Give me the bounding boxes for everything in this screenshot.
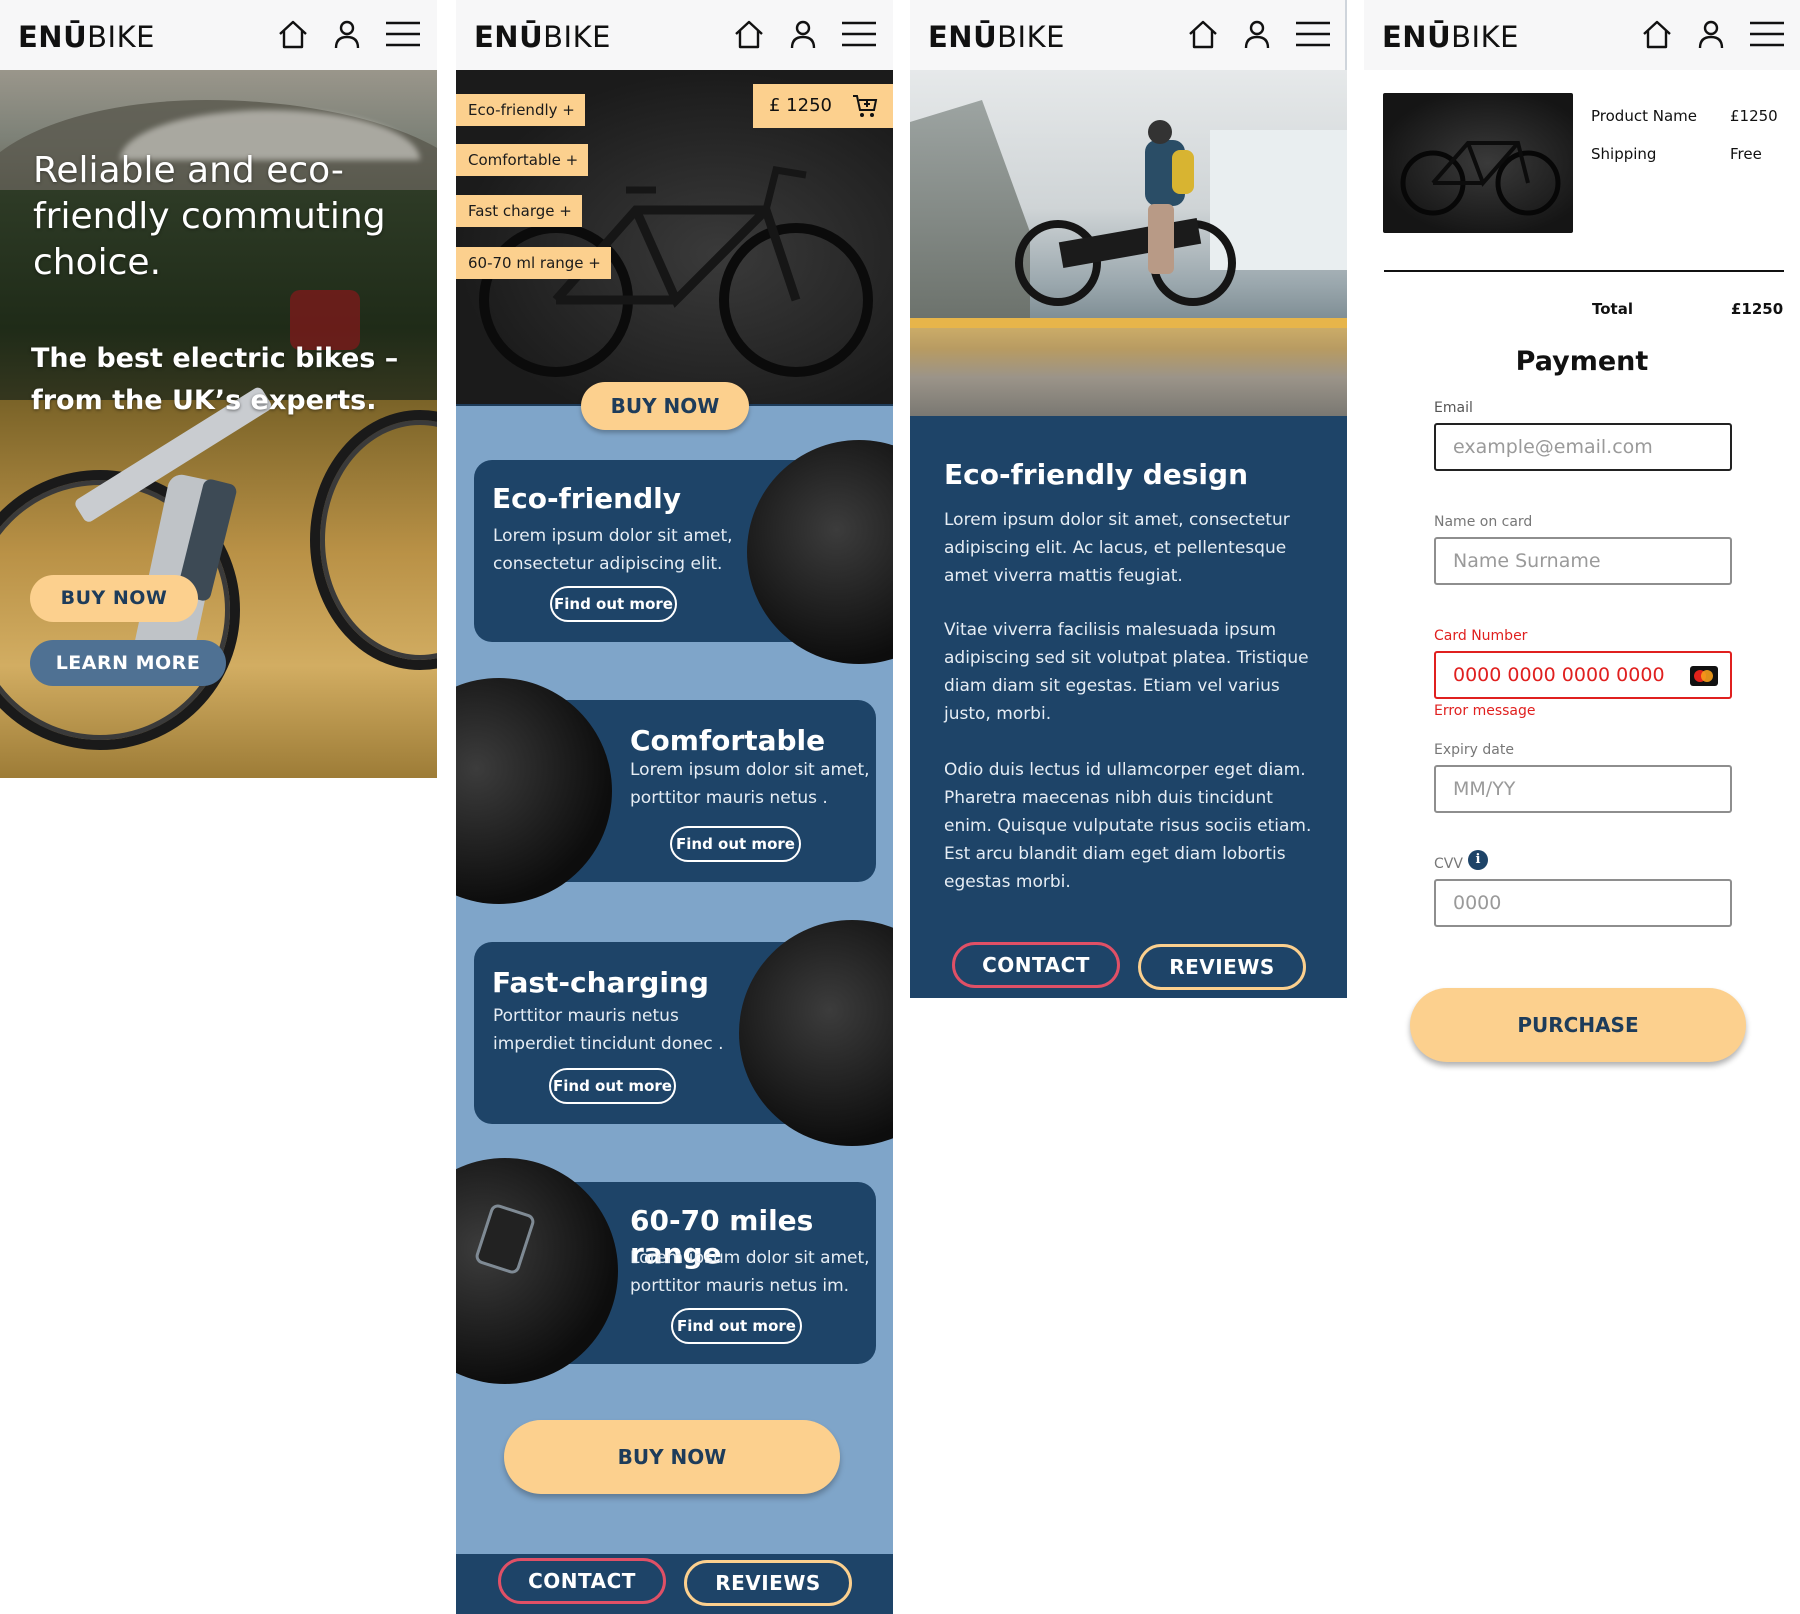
total-label: Total — [1592, 300, 1633, 318]
logo[interactable]: ENŪBIKE — [928, 20, 1065, 54]
payment-title: Payment — [1515, 346, 1649, 377]
contact-button[interactable]: CONTACT — [952, 942, 1120, 988]
cvv-label: CVV — [1434, 856, 1463, 872]
paragraph: Lorem ipsum dolor sit amet, consectetur … — [944, 510, 1290, 586]
reviews-button[interactable]: REVIEWS — [684, 1560, 852, 1606]
user-icon[interactable] — [1694, 17, 1728, 51]
feature-title: Fast-charging — [492, 966, 709, 999]
name-on-card-label: Name on card — [1434, 514, 1533, 530]
price-tag: £ 1250 — [753, 84, 893, 128]
logo[interactable]: ENŪBIKE — [474, 20, 611, 54]
logo[interactable]: ENŪBIKE — [18, 20, 155, 54]
shipping-label: Shipping — [1591, 145, 1657, 163]
total-value: £1250 — [1731, 300, 1784, 318]
checkout-screen: ENŪBIKE Product Name £1250 Shipping Free… — [1364, 0, 1800, 1614]
product-name-label: Product Name — [1591, 107, 1697, 125]
feature-title: Comfortable — [630, 724, 826, 757]
header: ENŪBIKE — [456, 0, 893, 70]
email-label: Email — [1434, 400, 1473, 416]
description-panel: Eco-friendly design Lorem ipsum dolor si… — [910, 416, 1347, 998]
hamburger-menu-icon[interactable] — [840, 17, 878, 51]
feature-tag[interactable]: Eco-friendly + — [456, 94, 585, 126]
price-value: £ 1250 — [769, 95, 832, 116]
contact-button[interactable]: CONTACT — [498, 1558, 666, 1604]
hero-subheadline: The best electric bikes – from the UK’s … — [31, 343, 399, 416]
section-title: Eco-friendly design — [944, 458, 1249, 491]
detail-screen: ENŪBIKE Eco-friendly design Lorem ipsum … — [910, 0, 1347, 998]
hamburger-menu-icon[interactable] — [384, 17, 422, 51]
hamburger-menu-icon[interactable] — [1294, 17, 1332, 51]
divider — [1384, 270, 1784, 272]
feature-tag[interactable]: Fast charge + — [456, 195, 582, 227]
info-icon[interactable]: i — [1468, 850, 1488, 870]
email-field[interactable]: example@email.com — [1434, 423, 1732, 471]
feature-description: Porttitor mauris netus imperdiet tincidu… — [493, 1006, 724, 1054]
paragraph: Vitae viverra facilisis malesuada ipsum … — [944, 620, 1309, 724]
find-out-more-button[interactable]: Find out more — [671, 1308, 802, 1344]
find-out-more-button[interactable]: Find out more — [550, 586, 677, 622]
shipping-value: Free — [1730, 145, 1762, 163]
card-number-field[interactable]: 0000 0000 0000 0000 — [1434, 651, 1732, 699]
home-icon[interactable] — [276, 17, 310, 51]
card-number-label: Card Number — [1434, 628, 1528, 644]
feature-tag[interactable]: Comfortable + — [456, 144, 589, 176]
feature-title: Eco-friendly — [492, 482, 681, 515]
find-out-more-button[interactable]: Find out more — [670, 826, 801, 862]
error-message: Error message — [1434, 703, 1536, 719]
footer: CONTACT REVIEWS — [456, 1554, 893, 1614]
learn-more-button[interactable]: LEARN MORE — [30, 640, 226, 686]
header: ENŪBIKE — [910, 0, 1347, 70]
feature-description: Lorem ipsum dolor sit amet, porttitor ma… — [630, 1248, 870, 1296]
rider-on-pier-photo — [910, 70, 1347, 416]
find-out-more-button[interactable]: Find out more — [549, 1068, 676, 1104]
paragraph: Odio duis lectus id ullamcorper eget dia… — [944, 760, 1312, 892]
header: ENŪBIKE — [0, 0, 437, 70]
logo[interactable]: ENŪBIKE — [1382, 20, 1519, 54]
home-screen: ENŪBIKE Reliable and eco-friendly commut… — [0, 0, 437, 778]
card-number-placeholder: 0000 0000 0000 0000 — [1453, 664, 1665, 686]
buy-now-button[interactable]: BUY NOW — [30, 575, 198, 622]
product-price: £1250 — [1730, 107, 1778, 125]
expiry-field[interactable]: MM/YY — [1434, 765, 1732, 813]
feature-description: Lorem ipsum dolor sit amet, consectetur … — [493, 526, 733, 574]
user-icon[interactable] — [1240, 17, 1274, 51]
expiry-label: Expiry date — [1434, 742, 1514, 758]
user-icon[interactable] — [330, 17, 364, 51]
home-icon[interactable] — [1640, 17, 1674, 51]
product-thumbnail — [1383, 93, 1573, 233]
user-icon[interactable] — [786, 17, 820, 51]
home-icon[interactable] — [732, 17, 766, 51]
home-icon[interactable] — [1186, 17, 1220, 51]
reviews-button[interactable]: REVIEWS — [1138, 944, 1306, 990]
buy-now-button-bottom[interactable]: BUY NOW — [504, 1420, 840, 1494]
add-to-cart-icon[interactable] — [851, 92, 879, 120]
purchase-button[interactable]: PURCHASE — [1410, 988, 1746, 1062]
mastercard-icon — [1690, 666, 1718, 686]
hero-headline: Reliable and eco-friendly commuting choi… — [33, 150, 386, 283]
name-on-card-field[interactable]: Name Surname — [1434, 537, 1732, 585]
feature-description: Lorem ipsum dolor sit amet, porttitor ma… — [630, 760, 870, 808]
feature-tag[interactable]: 60-70 ml range + — [456, 247, 611, 279]
buy-now-button[interactable]: BUY NOW — [581, 382, 749, 430]
hamburger-menu-icon[interactable] — [1748, 17, 1786, 51]
header: ENŪBIKE — [1364, 0, 1800, 70]
features-screen: ENŪBIKE Eco-friendly + Comfortable + Fas… — [456, 0, 893, 1614]
cvv-field[interactable]: 0000 — [1434, 879, 1732, 927]
